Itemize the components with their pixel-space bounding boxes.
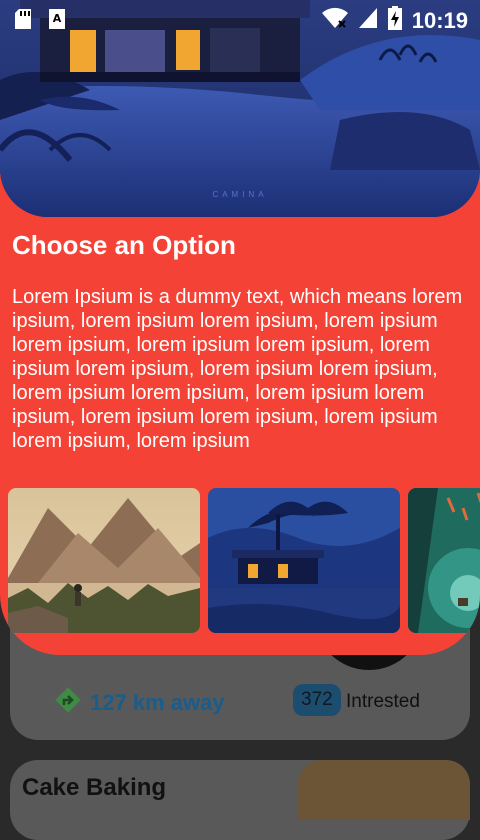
- option-image-forest-light[interactable]: [408, 488, 480, 633]
- clock: 10:19: [411, 7, 468, 33]
- wifi-icon: [321, 7, 348, 34]
- directions-icon: [54, 686, 82, 719]
- distance-text: 127 km away: [90, 689, 225, 715]
- distance-row: 127 km away: [54, 686, 225, 719]
- sheet-description: Lorem Ipsium is a dummy text, which mean…: [12, 286, 463, 452]
- option-image-mountain-lake[interactable]: [8, 488, 200, 633]
- options-sheet: CAMINA Choose an Option Lorem Ipsium is …: [0, 0, 480, 655]
- option-image-night-cabin[interactable]: [208, 488, 400, 633]
- status-bar: A 10:19: [0, 0, 480, 38]
- svg-text:A: A: [53, 12, 62, 25]
- a-notification-icon: A: [48, 8, 66, 35]
- event-thumbnail: [298, 760, 470, 820]
- interested-label: Intrested: [346, 691, 420, 712]
- signal-icon: [358, 7, 378, 34]
- event-title: Cake Baking: [22, 774, 167, 801]
- interested-count-badge: 372: [293, 684, 341, 716]
- option-gallery[interactable]: [0, 488, 480, 633]
- sd-card-icon: [14, 8, 32, 35]
- sheet-title: Choose an Option: [12, 230, 236, 260]
- hero-caption: CAMINA: [212, 190, 267, 199]
- battery-charging-icon: [387, 6, 402, 35]
